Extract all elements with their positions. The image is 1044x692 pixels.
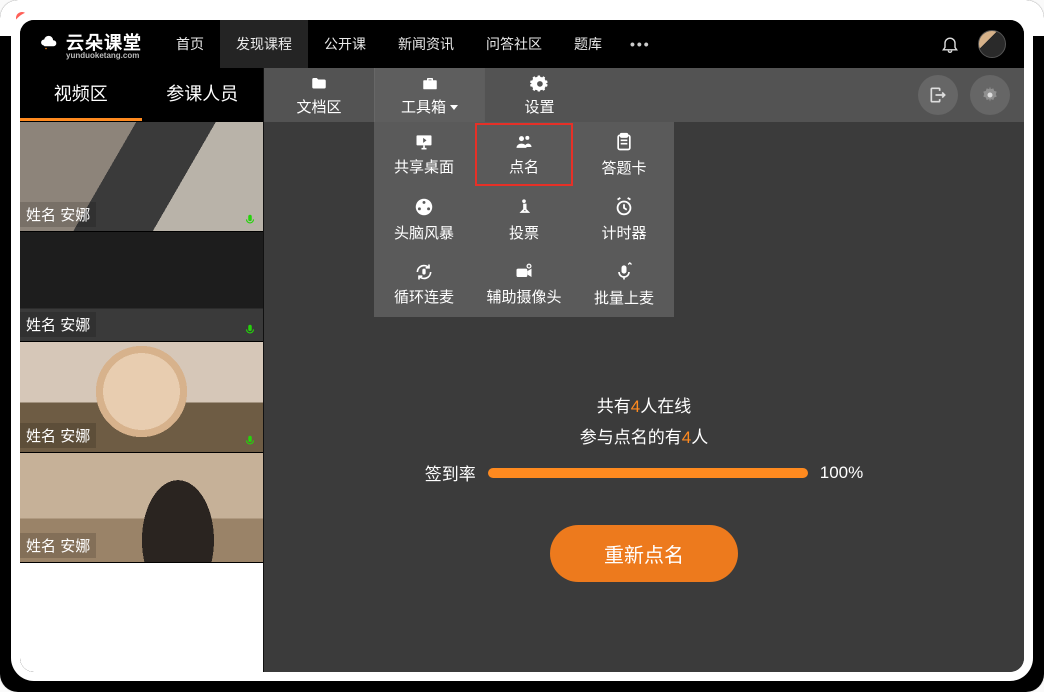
cloud-icon [38, 35, 60, 53]
nav-bank[interactable]: 题库 [558, 20, 618, 68]
video-tile[interactable]: 姓名 安娜 [20, 231, 263, 341]
avatar[interactable] [978, 30, 1006, 58]
hand-tap-icon [514, 196, 534, 218]
signin-percent: 100% [820, 463, 863, 483]
tool-settings-label: 设置 [524, 96, 554, 117]
video-tile[interactable]: 姓名 安娜 [20, 452, 263, 562]
tool-toolbox-label: 工具箱 [401, 96, 458, 117]
video-label: 姓名 安娜 [20, 423, 96, 448]
video-label: 姓名 安娜 [20, 202, 96, 227]
chevron-down-icon [450, 105, 458, 110]
tool-docs[interactable]: 文档区 [264, 68, 374, 122]
menu-label: 答题卡 [601, 157, 646, 178]
settings-button[interactable] [970, 75, 1010, 115]
tool-settings[interactable]: 设置 [484, 68, 594, 122]
mic-on-icon [243, 213, 257, 227]
exit-button[interactable] [918, 75, 958, 115]
tab-attendees[interactable]: 参课人员 [142, 68, 264, 121]
logo: 云朵课堂 yunduoketang.com [38, 29, 142, 60]
online-count-line: 共有4人在线 [597, 392, 691, 417]
menu-label: 投票 [509, 222, 539, 243]
video-tile[interactable]: 姓名 安娜 [20, 341, 263, 451]
people-icon [512, 132, 536, 152]
menu-aux-camera[interactable]: 辅助摄像头 [474, 252, 574, 317]
nav-news[interactable]: 新闻资讯 [382, 20, 470, 68]
body: 视频区 参课人员 姓名 安娜 姓名 安娜 [20, 68, 1024, 672]
tool-docs-label: 文档区 [296, 96, 341, 117]
monitor-share-icon [412, 132, 436, 152]
app-window: 云朵课堂 yunduoketang.com 首页 发现课程 公开课 新闻资讯 问… [0, 0, 1044, 692]
film-reel-icon [413, 196, 435, 218]
signin-rate-label: 签到率 [425, 460, 476, 485]
clipboard-icon [614, 131, 634, 153]
app-frame: 云朵课堂 yunduoketang.com 首页 发现课程 公开课 新闻资讯 问… [20, 20, 1024, 672]
briefcase-icon [419, 74, 441, 94]
video-label: 姓名 安娜 [20, 533, 96, 558]
nav-discover[interactable]: 发现课程 [220, 20, 308, 68]
menu-label: 头脑风暴 [394, 222, 454, 243]
video-list: 姓名 安娜 姓名 安娜 姓名 安娜 [20, 121, 263, 672]
menu-vote[interactable]: 投票 [474, 187, 574, 252]
menu-label: 批量上麦 [594, 287, 654, 308]
nav-more-icon[interactable]: ••• [618, 22, 663, 66]
video-label: 姓名 安娜 [20, 312, 96, 337]
menu-share-screen[interactable]: 共享桌面 [374, 122, 474, 187]
menu-answer-card[interactable]: 答题卡 [574, 122, 674, 187]
nav: 首页 发现课程 公开课 新闻资讯 问答社区 题库 ••• [160, 20, 663, 68]
camera-plus-icon [512, 262, 536, 282]
logo-subtext: yunduoketang.com [66, 51, 142, 60]
menu-label: 计时器 [601, 222, 646, 243]
topbar-right [940, 30, 1006, 58]
menu-loop-mic[interactable]: 循环连麦 [374, 252, 474, 317]
nav-open[interactable]: 公开课 [308, 20, 382, 68]
menu-label: 辅助摄像头 [486, 286, 561, 307]
menu-label: 点名 [509, 156, 539, 177]
tool-toolbox[interactable]: 工具箱 [374, 68, 484, 122]
mic-on-icon [243, 434, 257, 448]
mic-on-icon [243, 323, 257, 337]
folder-icon [308, 74, 330, 94]
signin-progress-bar [488, 468, 808, 478]
left-tabs: 视频区 参课人员 [20, 68, 263, 121]
retry-rollcall-button[interactable]: 重新点名 [550, 525, 738, 582]
mic-up-icon [614, 261, 634, 283]
menu-timer[interactable]: 计时器 [574, 187, 674, 252]
video-tile-empty [20, 562, 263, 672]
main-toolbar: 文档区 工具箱 设置 [264, 68, 1024, 122]
nav-home[interactable]: 首页 [160, 20, 220, 68]
loop-mic-icon [412, 262, 436, 282]
menu-label: 循环连麦 [394, 286, 454, 307]
menu-batch-mic[interactable]: 批量上麦 [574, 252, 674, 317]
gear-icon [530, 74, 550, 94]
video-tile[interactable]: 姓名 安娜 [20, 121, 263, 231]
signin-rate-row: 签到率 100% [425, 460, 863, 485]
tab-video-area[interactable]: 视频区 [20, 68, 142, 121]
menu-label: 共享桌面 [394, 156, 454, 177]
topbar: 云朵课堂 yunduoketang.com 首页 发现课程 公开课 新闻资讯 问… [20, 20, 1024, 68]
toolbar-right [918, 75, 1024, 115]
participate-count-line: 参与点名的有4人 [580, 423, 708, 448]
bell-icon[interactable] [940, 34, 960, 54]
menu-brainstorm[interactable]: 头脑风暴 [374, 187, 474, 252]
alarm-clock-icon [613, 196, 635, 218]
nav-qa[interactable]: 问答社区 [470, 20, 558, 68]
main-panel: 文档区 工具箱 设置 [264, 68, 1024, 672]
left-panel: 视频区 参课人员 姓名 安娜 姓名 安娜 [20, 68, 264, 672]
menu-roll-call[interactable]: 点名 [474, 122, 574, 187]
toolbox-dropdown: 共享桌面 点名 答题卡 头脑风暴 [374, 122, 674, 317]
